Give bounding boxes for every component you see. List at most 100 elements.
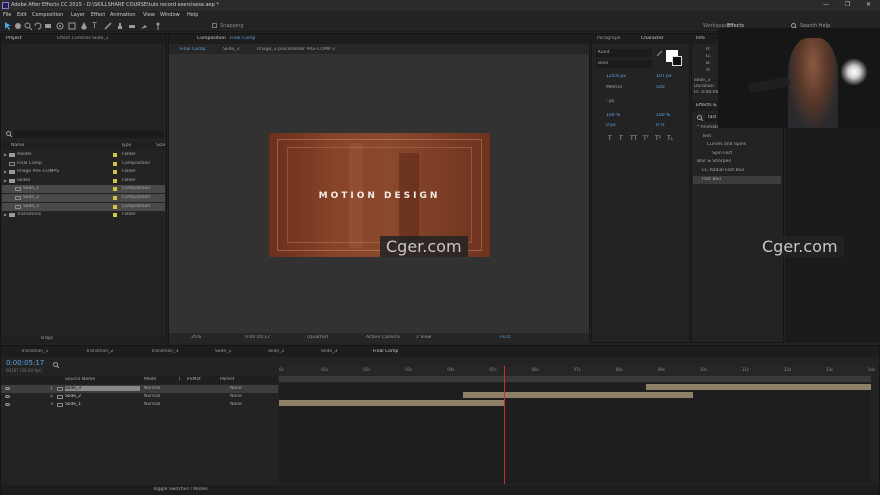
- close-button[interactable]: ✕: [866, 1, 871, 8]
- timeline-tab[interactable]: Slide_1: [215, 349, 231, 354]
- layer-name[interactable]: Slide_1: [65, 402, 140, 407]
- menu-edit[interactable]: Edit: [17, 12, 27, 18]
- timeline-tab[interactable]: Transition_2: [86, 349, 113, 354]
- stroke-color-swatch[interactable]: [672, 56, 682, 66]
- rotate-tool-icon[interactable]: [34, 22, 42, 30]
- bpc-indicator[interactable]: 8 bpc: [41, 336, 53, 341]
- effects-tree-item[interactable]: Blur & Sharpen: [693, 158, 781, 166]
- timeline-search-icon[interactable]: [53, 362, 59, 368]
- playhead[interactable]: [503, 366, 505, 484]
- col-source-name[interactable]: Source Name: [65, 377, 95, 382]
- project-item[interactable]: Slide_2 Composition: [2, 194, 165, 202]
- layer-name[interactable]: Slide_2: [65, 394, 140, 399]
- pen-tool-icon[interactable]: [80, 22, 88, 30]
- puppet-pin-tool-icon[interactable]: [154, 22, 162, 30]
- label-color-swatch[interactable]: [113, 213, 117, 218]
- kerning-value[interactable]: Metrics: [606, 85, 622, 90]
- project-item[interactable]: Slide_3 Composition: [2, 202, 165, 211]
- col-t[interactable]: T: [178, 377, 181, 382]
- breadcrumb-final-comp[interactable]: Final Comp: [180, 47, 205, 52]
- eye-visibility-icon[interactable]: [5, 387, 10, 390]
- exposure-value[interactable]: +0.0: [499, 335, 510, 340]
- small-caps-button[interactable]: Tᵀ: [643, 135, 649, 142]
- project-item[interactable]: ▶ Slides Folder: [2, 177, 165, 185]
- menu-effect[interactable]: Effect: [91, 12, 105, 18]
- hand-tool-icon[interactable]: [14, 22, 22, 30]
- breadcrumb-image-precomp[interactable]: Image_3 placeholder PRE-COMP 3: [257, 47, 335, 52]
- effects-tree-item[interactable]: Fast Blur: [693, 175, 781, 184]
- col-size[interactable]: Size: [156, 143, 165, 148]
- all-caps-button[interactable]: TT: [630, 135, 637, 142]
- track-area[interactable]: [279, 383, 871, 484]
- zoom-dropdown[interactable]: 25%: [191, 335, 201, 340]
- eye-visibility-icon[interactable]: [5, 403, 10, 406]
- tab-composition-name[interactable]: Final Comp: [230, 36, 255, 41]
- col-name[interactable]: Name: [11, 143, 24, 148]
- clone-stamp-tool-icon[interactable]: [116, 22, 124, 30]
- tab-effect-controls[interactable]: Effect Controls Slide_1: [57, 36, 109, 41]
- pan-behind-tool-icon[interactable]: [56, 22, 64, 30]
- faux-italic-button[interactable]: T: [619, 135, 623, 142]
- layer-mode-dropdown[interactable]: Normal: [144, 386, 160, 391]
- col-parent[interactable]: Parent: [220, 377, 234, 382]
- vertical-scale-value[interactable]: 100 %: [606, 113, 620, 118]
- label-color-swatch[interactable]: [113, 161, 117, 166]
- project-search-icon[interactable]: [6, 131, 12, 137]
- superscript-button[interactable]: T¹: [655, 135, 661, 142]
- layer-parent-dropdown[interactable]: None: [230, 402, 242, 407]
- menu-animation[interactable]: Animation: [110, 12, 136, 18]
- layer-duration-bar[interactable]: [462, 392, 694, 398]
- project-item[interactable]: Slide_1 Composition: [2, 185, 165, 194]
- effects-search-icon[interactable]: [697, 115, 703, 121]
- label-color-swatch[interactable]: [113, 178, 117, 183]
- layer-mode-dropdown[interactable]: Normal: [144, 394, 160, 399]
- expand-triangle-icon[interactable]: ▶: [4, 152, 7, 157]
- minimize-button[interactable]: —: [823, 1, 829, 8]
- layer-parent-dropdown[interactable]: None: [230, 386, 242, 391]
- effects-tree-item[interactable]: Curves and Spins: [693, 141, 781, 149]
- subscript-button[interactable]: T₁: [667, 135, 673, 142]
- menu-layer[interactable]: Layer: [71, 12, 85, 18]
- brush-tool-icon[interactable]: [104, 22, 112, 30]
- layer-row[interactable]: 3 Slide_1 Normal None: [1, 401, 278, 409]
- layer-row[interactable]: 1 Slide_3 Normal None: [1, 385, 278, 393]
- camera-dropdown[interactable]: Active Camera: [366, 335, 400, 340]
- effects-tree-item[interactable]: CC Radial Fast Blur: [693, 167, 781, 175]
- col-mode[interactable]: Mode: [144, 377, 156, 382]
- layer-row[interactable]: 2 Slide_2 Normal None: [1, 393, 278, 401]
- timeline-tab[interactable]: Final Comp: [373, 349, 398, 354]
- expand-triangle-icon[interactable]: ▶: [4, 178, 7, 183]
- stroke-width-value[interactable]: - px: [606, 99, 615, 104]
- layer-name[interactable]: Slide_3: [65, 386, 140, 391]
- comp-timecode[interactable]: 0:00:05:17: [245, 335, 270, 340]
- camera-tool-icon[interactable]: [44, 22, 52, 30]
- effects-tree-item[interactable]: Text: [693, 133, 781, 141]
- current-time-display[interactable]: 0:00:05:17: [6, 359, 44, 367]
- label-color-swatch[interactable]: [113, 170, 117, 175]
- label-color-swatch[interactable]: [113, 187, 117, 192]
- layer-duration-bar[interactable]: [279, 400, 504, 406]
- project-item[interactable]: ▶ Assets Folder: [2, 151, 165, 159]
- eraser-tool-icon[interactable]: [128, 22, 136, 30]
- project-item[interactable]: Final Comp Composition: [2, 160, 165, 168]
- faux-bold-button[interactable]: T: [608, 135, 612, 142]
- eyedropper-icon[interactable]: [656, 50, 663, 57]
- leading-value[interactable]: 107 px: [656, 74, 672, 79]
- snapping-checkbox[interactable]: [212, 23, 217, 28]
- rectangle-tool-icon[interactable]: [68, 22, 76, 30]
- font-size-value[interactable]: 125% px: [606, 74, 626, 79]
- layer-duration-bar[interactable]: [646, 384, 871, 390]
- timeline-tab[interactable]: Transition_1: [21, 349, 48, 354]
- tab-info[interactable]: Info: [696, 36, 705, 41]
- baseline-shift-value[interactable]: 0 px: [606, 123, 616, 128]
- selection-tool-icon[interactable]: [4, 22, 12, 30]
- views-dropdown[interactable]: 1 View: [416, 335, 431, 340]
- tab-character[interactable]: Character: [641, 36, 664, 41]
- menu-view[interactable]: View: [143, 12, 155, 18]
- roto-brush-tool-icon[interactable]: [140, 22, 148, 30]
- menu-file[interactable]: File: [3, 12, 11, 18]
- layer-parent-dropdown[interactable]: None: [230, 394, 242, 399]
- tsume-value[interactable]: 0 %: [656, 123, 665, 128]
- type-tool-icon[interactable]: T: [92, 21, 97, 30]
- tab-project[interactable]: Project: [6, 36, 22, 41]
